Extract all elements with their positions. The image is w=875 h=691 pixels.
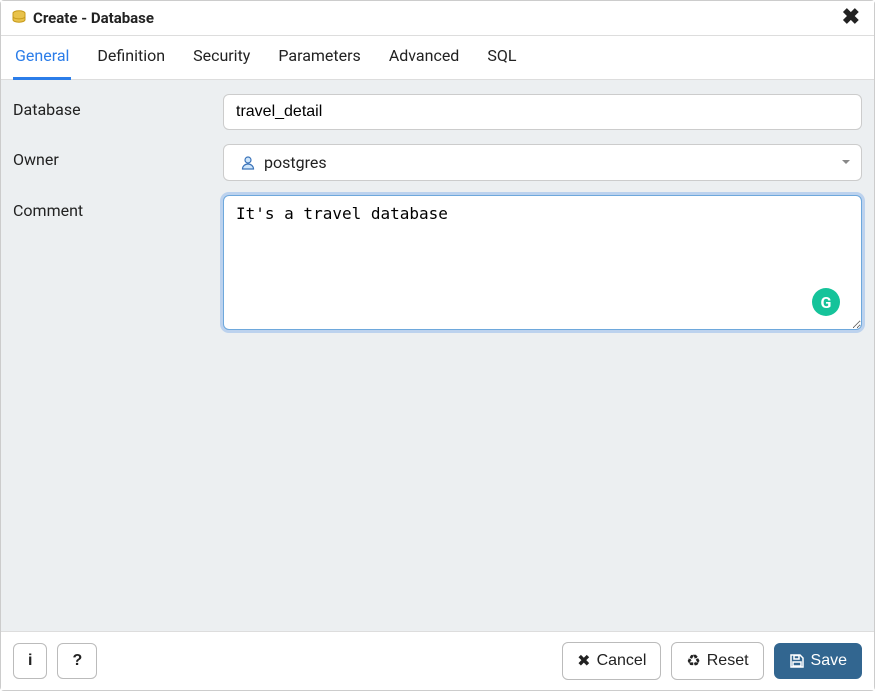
save-icon: [789, 653, 805, 669]
close-icon[interactable]: ✖: [838, 7, 864, 29]
label-comment: Comment: [13, 195, 223, 220]
database-input[interactable]: [223, 94, 862, 130]
owner-select[interactable]: postgres: [223, 144, 862, 181]
recycle-icon: ♻: [686, 651, 700, 671]
label-database: Database: [13, 94, 223, 119]
row-owner: Owner postgres: [13, 144, 862, 181]
close-icon: ✖: [577, 651, 590, 671]
label-owner: Owner: [13, 144, 223, 169]
tab-sql[interactable]: SQL: [485, 36, 518, 80]
save-button[interactable]: Save: [774, 643, 862, 679]
tab-security[interactable]: Security: [191, 36, 252, 80]
info-icon: i: [28, 652, 32, 670]
info-button[interactable]: i: [13, 643, 47, 679]
cancel-label: Cancel: [597, 652, 647, 670]
help-button[interactable]: ?: [57, 643, 97, 679]
tab-definition[interactable]: Definition: [95, 36, 167, 80]
tab-general[interactable]: General: [13, 36, 71, 80]
help-icon: ?: [72, 652, 82, 670]
user-role-icon: [240, 155, 256, 171]
row-comment: Comment G: [13, 195, 862, 334]
dialog-title: Create - Database: [33, 9, 838, 27]
tab-parameters[interactable]: Parameters: [276, 36, 362, 80]
comment-textarea[interactable]: [223, 195, 862, 330]
tabs: General Definition Security Parameters A…: [1, 36, 874, 80]
dialog-header: Create - Database ✖: [1, 1, 874, 36]
owner-value: postgres: [264, 153, 327, 172]
form-body: Database Owner postgres: [1, 80, 874, 631]
cancel-button[interactable]: ✖ Cancel: [562, 642, 661, 680]
grammarly-icon: G: [812, 288, 840, 316]
row-database: Database: [13, 94, 862, 130]
save-label: Save: [811, 652, 847, 670]
dialog-footer: i ? ✖ Cancel ♻ Reset Save: [1, 631, 874, 690]
tab-advanced[interactable]: Advanced: [387, 36, 462, 80]
reset-button[interactable]: ♻ Reset: [671, 642, 763, 680]
database-icon: [11, 10, 27, 26]
reset-label: Reset: [707, 652, 749, 670]
